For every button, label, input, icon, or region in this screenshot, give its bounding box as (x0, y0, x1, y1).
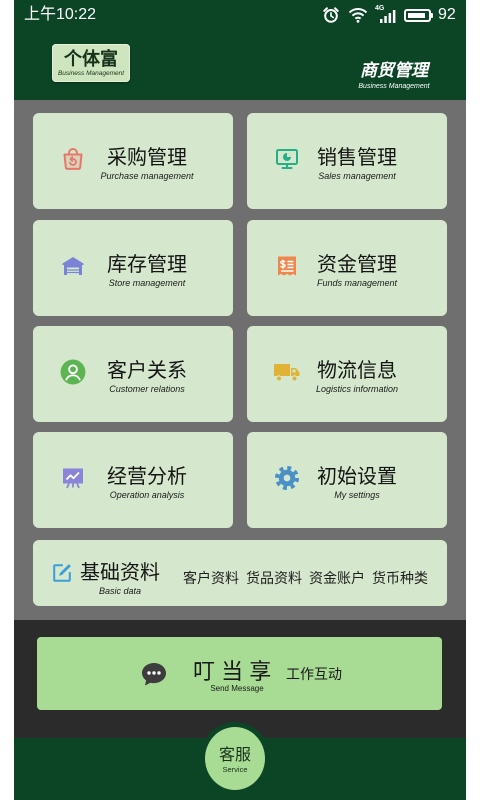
link-fund-accounts[interactable]: 资金账户 (309, 569, 365, 587)
module-title: 采购管理 (107, 147, 187, 169)
module-subtitle: Customer relations (109, 384, 185, 394)
module-card-funds[interactable]: 资金管理 Funds management (247, 220, 447, 316)
alarm-icon (322, 6, 340, 24)
message-dock: 叮 当 享 工作互动 Send Message (14, 620, 466, 738)
basic-data-links: 客户资料 货品资料 资金账户 货币种类 (183, 569, 428, 587)
module-card-logistics[interactable]: 物流信息 Logistics information (247, 326, 447, 422)
module-card-purchase[interactable]: 采购管理 Purchase management (33, 113, 233, 209)
warehouse-icon (59, 252, 87, 280)
customer-service-button[interactable]: 客服 Service (200, 722, 270, 795)
module-subtitle: Store management (108, 278, 186, 288)
module-text: 资金管理 Funds management (317, 253, 397, 289)
module-text: 采购管理 Purchase management (100, 146, 193, 182)
battery-level (408, 13, 426, 18)
module-title: 初始设置 (317, 466, 397, 488)
logo-subtitle: Business Management (57, 70, 125, 77)
module-text: 初始设置 My settings (317, 465, 397, 501)
page-subtitle: Business Management (358, 83, 430, 90)
module-title: 客户关系 (107, 360, 187, 382)
clock-time: 上午10:22 (24, 6, 97, 23)
logo-title: 个体富 (64, 49, 118, 69)
basic-data-heading[interactable]: 基础资料 Basic data (80, 561, 160, 597)
page-title: 商贸管理 (360, 61, 428, 80)
module-text: 销售管理 Sales management (317, 146, 397, 182)
message-subtitle: Send Message (210, 684, 264, 693)
monitor-chart-icon (273, 145, 301, 173)
battery-nub (431, 13, 433, 18)
module-subtitle: Logistics information (315, 384, 399, 394)
module-panel: 采购管理 Purchase management 销售管理 Sales mana… (14, 100, 466, 620)
gear-icon (273, 464, 301, 492)
basic-data-subtitle: Basic data (98, 586, 142, 596)
basic-data-card: 基础资料 Basic data 客户资料 货品资料 资金账户 货币种类 (33, 540, 447, 606)
status-bar: 上午10:22 4G 92 (14, 0, 466, 30)
basic-data-title: 基础资料 (80, 562, 160, 584)
battery-inner (408, 13, 427, 18)
app-header: 个体富 Business Management 商贸管理 Business Ma… (14, 30, 466, 100)
truck-icon (273, 358, 301, 386)
send-message-button[interactable]: 叮 当 享 工作互动 Send Message (37, 637, 442, 710)
service-subtitle: Service (222, 764, 248, 774)
app-screen: 上午10:22 4G 92 个体富 Business Management 商贸… (14, 0, 466, 800)
message-title: 叮 当 享 (193, 659, 272, 684)
link-product-data[interactable]: 货品资料 (246, 569, 302, 587)
wifi-icon (348, 7, 368, 23)
module-card-settings[interactable]: 初始设置 My settings (247, 432, 447, 528)
module-text: 经营分析 Operation analysis (107, 465, 187, 501)
shopping-bag-icon (59, 145, 87, 173)
analytics-board-icon (59, 464, 87, 492)
link-customer-data[interactable]: 客户资料 (183, 569, 239, 587)
module-card-analysis[interactable]: 经营分析 Operation analysis (33, 432, 233, 528)
module-title: 经营分析 (107, 466, 187, 488)
user-circle-icon (59, 358, 87, 386)
edit-icon[interactable] (51, 562, 73, 584)
battery-percent: 92 (438, 6, 456, 23)
app-logo[interactable]: 个体富 Business Management (52, 44, 130, 82)
module-card-customer[interactable]: 客户关系 Customer relations (33, 326, 233, 422)
receipt-dollar-icon (273, 252, 301, 280)
chat-icon (140, 661, 168, 687)
module-subtitle: Sales management (318, 171, 396, 181)
module-title: 销售管理 (317, 147, 397, 169)
module-title: 资金管理 (317, 254, 397, 276)
module-card-sales[interactable]: 销售管理 Sales management (247, 113, 447, 209)
module-card-store[interactable]: 库存管理 Store management (33, 220, 233, 316)
module-text: 客户关系 Customer relations (107, 359, 187, 395)
battery-icon (404, 9, 434, 22)
module-subtitle: My settings (334, 490, 380, 500)
battery-body (404, 9, 431, 22)
module-text: 物流信息 Logistics information (315, 359, 399, 395)
module-text: 库存管理 Store management (107, 253, 187, 289)
service-label: 客服 (218, 746, 251, 764)
message-label: 工作互动 (286, 666, 342, 682)
signal-icon (380, 10, 396, 23)
module-subtitle: Operation analysis (109, 490, 185, 500)
link-currency-types[interactable]: 货币种类 (372, 569, 428, 587)
module-subtitle: Purchase management (100, 171, 194, 181)
module-subtitle: Funds management (316, 278, 398, 288)
module-title: 物流信息 (317, 360, 397, 382)
module-title: 库存管理 (107, 254, 187, 276)
